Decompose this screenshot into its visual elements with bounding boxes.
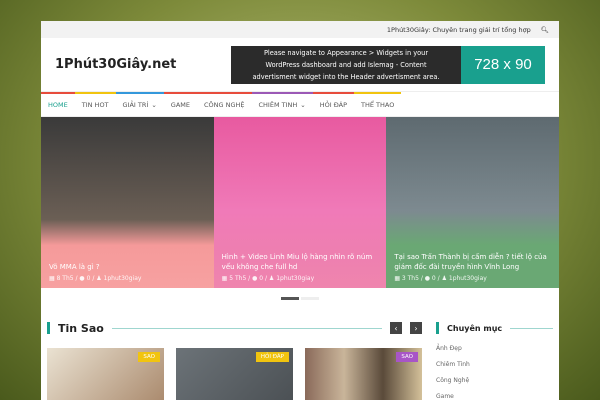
slide[interactable]: Tại sao Trấn Thành bị cấm diễn ? tiết lộ… [386,117,559,288]
category-link[interactable]: Ảnh Đẹp [436,345,553,352]
category-badge[interactable]: SAO [396,352,418,362]
page: 1Phút30Giây: Chuyên trang giải trí tổng … [41,21,559,400]
slide[interactable]: Võ MMA là gì ? ▦ 8 Th5 / ● 0 / ♟ 1phut30… [41,117,214,288]
nav-item[interactable]: THỂ THAO [354,92,402,116]
slider-dot[interactable] [281,296,299,300]
nav-item[interactable]: CHIÊM TINH ⌄ [251,92,313,116]
nav-label: GIẢI TRÍ [122,101,149,109]
search-icon[interactable]: 🔍︎ [541,26,549,34]
nav-label: CHIÊM TINH [258,101,298,109]
slide-title[interactable]: Hình + Video Linh Miu lộ hàng nhìn rõ nú… [222,252,379,272]
nav-label: THỂ THAO [361,101,395,109]
slider-dots [41,288,559,308]
chevron-down-icon: ⌄ [151,101,157,109]
nav-label: GAME [170,101,190,109]
ad-line: Please navigate to Appearance > Widgets … [263,48,429,57]
top-bar: 1Phút30Giây: Chuyên trang giải trí tổng … [41,21,559,38]
slide-meta: ▦ 8 Th5 / ● 0 / ♟ 1phut30giay [49,275,142,282]
nav-item[interactable]: GIẢI TRÍ ⌄ [115,92,164,116]
accent-bar [47,322,50,334]
ad-line: advertisment widget into the Header adve… [252,72,440,81]
slide-title[interactable]: Võ MMA là gì ? [49,262,206,272]
nav-label: CÔNG NGHỆ [203,101,245,109]
category-link[interactable]: Công Nghệ [436,377,553,384]
nav-label: HỎI ĐÁP [319,101,347,109]
slide-meta: ▦ 5 Th5 / ● 0 / ♟ 1phut30giay [221,275,315,282]
prev-button[interactable]: ‹ [390,322,402,334]
next-button[interactable]: › [410,322,422,334]
nav-item[interactable]: CÔNG NGHỆ [196,92,252,116]
category-link[interactable]: Chiêm Tinh [436,361,553,368]
main-nav: HOME TIN HOT GIẢI TRÍ ⌄ GAME CÔNG NGHỆ CHIÊM T… [41,91,559,117]
post-card[interactable]: SAO [305,348,422,400]
slide-meta: ▦ 3 Th5 / ● 0 / ♟ 1phut30giay [394,275,487,282]
nav-item[interactable]: HOME [41,92,75,116]
category-link[interactable]: Game [436,393,553,400]
content-section: Tin Sao ‹ › SAO HỎI ĐÁP SAO Chuyên mục Ả… [41,308,559,400]
nav-label: HOME [48,101,68,109]
nav-label: TIN HOT [81,101,109,109]
site-tagline: 1Phút30Giây: Chuyên trang giải trí tổng … [386,25,531,34]
post-card[interactable]: HỎI ĐÁP [176,348,293,400]
nav-item[interactable]: GAME [163,92,197,116]
post-card[interactable]: SAO [47,348,164,400]
slider: Võ MMA là gì ? ▦ 8 Th5 / ● 0 / ♟ 1phut30… [41,117,559,288]
category-badge[interactable]: HỎI ĐÁP [255,352,289,362]
header-ad[interactable]: Please navigate to Appearance > Widgets … [231,45,545,84]
nav-item[interactable]: TIN HOT [74,92,116,116]
divider [510,327,553,329]
category-badge[interactable]: SAO [138,352,160,362]
slide[interactable]: Hình + Video Linh Miu lộ hàng nhìn rõ nú… [213,117,387,288]
sidebar-title: Chuyên mục [447,323,503,333]
site-logo[interactable]: 1Phút30Giây.net [55,57,176,72]
slider-dot[interactable] [301,296,319,300]
accent-bar [436,322,439,334]
ad-line: WordPress dashboard and add Islemag - Co… [265,60,427,69]
section-title: Tin Sao [58,321,104,335]
chevron-down-icon: ⌄ [300,101,306,109]
slide-title[interactable]: Tại sao Trấn Thành bị cấm diễn ? tiết lộ… [394,252,551,272]
header: 1Phút30Giây.net Please navigate to Appea… [41,38,559,91]
sidebar: Chuyên mục Ảnh Đẹp Chiêm Tinh Công Nghệ … [436,320,553,400]
ad-size: 728 x 90 [461,45,545,84]
nav-item[interactable]: HỎI ĐÁP [312,92,354,116]
divider [111,327,382,329]
